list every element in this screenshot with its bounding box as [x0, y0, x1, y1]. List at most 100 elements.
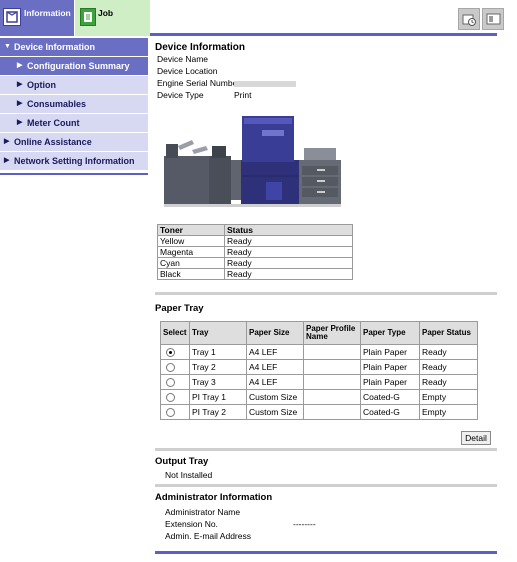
- caret-right-icon: ▶: [4, 157, 10, 164]
- column-header: Paper Status: [419, 321, 478, 345]
- select-cell: [160, 374, 190, 390]
- info-tab-icon: [3, 8, 21, 26]
- sidebar-item-label: Meter Count: [27, 118, 80, 128]
- caret-right-icon: ▶: [17, 81, 23, 88]
- sidebar-item-label: Option: [27, 80, 56, 90]
- tray-name: Tray 3: [189, 374, 247, 390]
- footer-rule: [155, 551, 497, 554]
- sidebar-item-label: Configuration Summary: [27, 61, 130, 71]
- caret-right-icon: ▶: [17, 62, 23, 69]
- column-header: Paper Size: [246, 321, 304, 345]
- tray-radio[interactable]: [166, 377, 175, 387]
- paper-type: Plain Paper: [360, 359, 420, 375]
- toner-color: Cyan: [157, 257, 225, 269]
- caret-right-icon: ▶: [17, 119, 23, 126]
- sidebar-item-option[interactable]: ▶ Option: [0, 76, 148, 94]
- caret-right-icon: ▶: [4, 138, 10, 145]
- toner-status: Ready: [224, 257, 353, 269]
- paper-profile: [303, 344, 361, 360]
- job-tab-icon: [80, 8, 96, 26]
- table-row: Tray 3 A4 LEF Plain Paper Ready: [160, 374, 478, 390]
- paper-type: Coated-G: [360, 389, 420, 405]
- admin-info-title: Administrator Information: [155, 492, 273, 503]
- toner-color: Magenta: [157, 246, 225, 258]
- sidebar-item-network-setting-information[interactable]: ▶ Network Setting Information: [0, 152, 148, 170]
- toner-table: Toner Status Yellow Ready Magenta Ready …: [157, 224, 353, 280]
- sidebar-item-online-assistance[interactable]: ▶ Online Assistance: [0, 133, 148, 151]
- table-row: Magenta Ready: [157, 246, 353, 258]
- header-rule: [150, 33, 497, 36]
- field-label: Device Name: [157, 54, 209, 64]
- column-header: Tray: [189, 321, 247, 345]
- sidebar-item-label: Network Setting Information: [14, 156, 135, 166]
- column-header: Toner: [157, 224, 225, 236]
- tray-name: PI Tray 2: [189, 404, 247, 420]
- paper-size: A4 LEF: [246, 359, 304, 375]
- tray-radio[interactable]: [166, 362, 175, 372]
- sidebar-item-consumables[interactable]: ▶ Consumables: [0, 95, 148, 113]
- admin-name-label: Administrator Name: [165, 507, 241, 517]
- tray-radio[interactable]: [166, 392, 175, 402]
- table-row: Black Ready: [157, 268, 353, 280]
- paper-status: Ready: [419, 374, 478, 390]
- field-value: Print: [234, 90, 252, 100]
- paper-tray-table: Select Tray Paper Size Paper Profile Nam…: [160, 321, 478, 420]
- field-label: Device Type: [157, 90, 204, 100]
- paper-status: Ready: [419, 344, 478, 360]
- table-header-row: Toner Status: [157, 224, 353, 236]
- sidebar-item-label: Online Assistance: [14, 137, 92, 147]
- select-cell: [160, 359, 190, 375]
- sidebar-item-configuration-summary[interactable]: ▶ Configuration Summary: [0, 57, 148, 75]
- paper-size: Custom Size: [246, 404, 304, 420]
- paper-type: Plain Paper: [360, 374, 420, 390]
- field-engine-serial: Engine Serial Number: [155, 77, 497, 89]
- tab-job[interactable]: Job: [75, 0, 150, 36]
- column-header: Paper Type: [360, 321, 420, 345]
- section-divider: [155, 292, 497, 295]
- tab-job-label: Job: [98, 8, 114, 18]
- section-divider: [155, 484, 497, 487]
- paper-size: Custom Size: [246, 389, 304, 405]
- table-row: PI Tray 1 Custom Size Coated-G Empty: [160, 389, 478, 405]
- tray-radio[interactable]: [166, 347, 175, 357]
- paper-profile: [303, 359, 361, 375]
- select-cell: [160, 344, 190, 360]
- paper-type: Coated-G: [360, 404, 420, 420]
- paper-profile: [303, 404, 361, 420]
- tray-name: Tray 1: [189, 344, 247, 360]
- field-device-location: Device Location: [155, 65, 497, 77]
- main-content: Device Information Device Name Device Lo…: [155, 42, 497, 554]
- tray-name: PI Tray 1: [189, 389, 247, 405]
- display-icon[interactable]: [482, 8, 504, 30]
- column-header: Select: [160, 321, 190, 345]
- caret-down-icon: ▼: [4, 43, 11, 50]
- extension-label: Extension No.: [165, 519, 218, 529]
- toner-status: Ready: [224, 268, 353, 280]
- paper-profile: [303, 389, 361, 405]
- detail-button[interactable]: Detail: [461, 431, 491, 445]
- sidebar-item-device-information[interactable]: ▼ Device Information: [0, 38, 148, 56]
- table-row: Tray 2 A4 LEF Plain Paper Ready: [160, 359, 478, 375]
- select-cell: [160, 404, 190, 420]
- sidebar-item-meter-count[interactable]: ▶ Meter Count: [0, 114, 148, 132]
- tab-information[interactable]: Information: [0, 0, 74, 36]
- table-row: Cyan Ready: [157, 257, 353, 269]
- caret-right-icon: ▶: [17, 100, 23, 107]
- section-divider: [155, 448, 497, 451]
- table-row: Yellow Ready: [157, 235, 353, 247]
- field-label: Engine Serial Number: [157, 78, 241, 88]
- sidebar-item-label: Device Information: [14, 42, 96, 52]
- field-device-type: Device Type Print: [155, 89, 497, 101]
- tray-radio[interactable]: [166, 407, 175, 417]
- printer-image: [164, 116, 341, 207]
- table-row: PI Tray 2 Custom Size Coated-G Empty: [160, 404, 478, 420]
- toner-status: Ready: [224, 235, 353, 247]
- paper-size: A4 LEF: [246, 344, 304, 360]
- table-row: Tray 1 A4 LEF Plain Paper Ready: [160, 344, 478, 360]
- device-refresh-icon[interactable]: [458, 8, 480, 30]
- paper-tray-title: Paper Tray: [155, 303, 204, 314]
- admin-email-label: Admin. E-mail Address: [165, 531, 251, 541]
- sidebar-item-label: Consumables: [27, 99, 87, 109]
- paper-status: Empty: [419, 404, 478, 420]
- sidebar: ▼ Device Information ▶ Configuration Sum…: [0, 38, 148, 171]
